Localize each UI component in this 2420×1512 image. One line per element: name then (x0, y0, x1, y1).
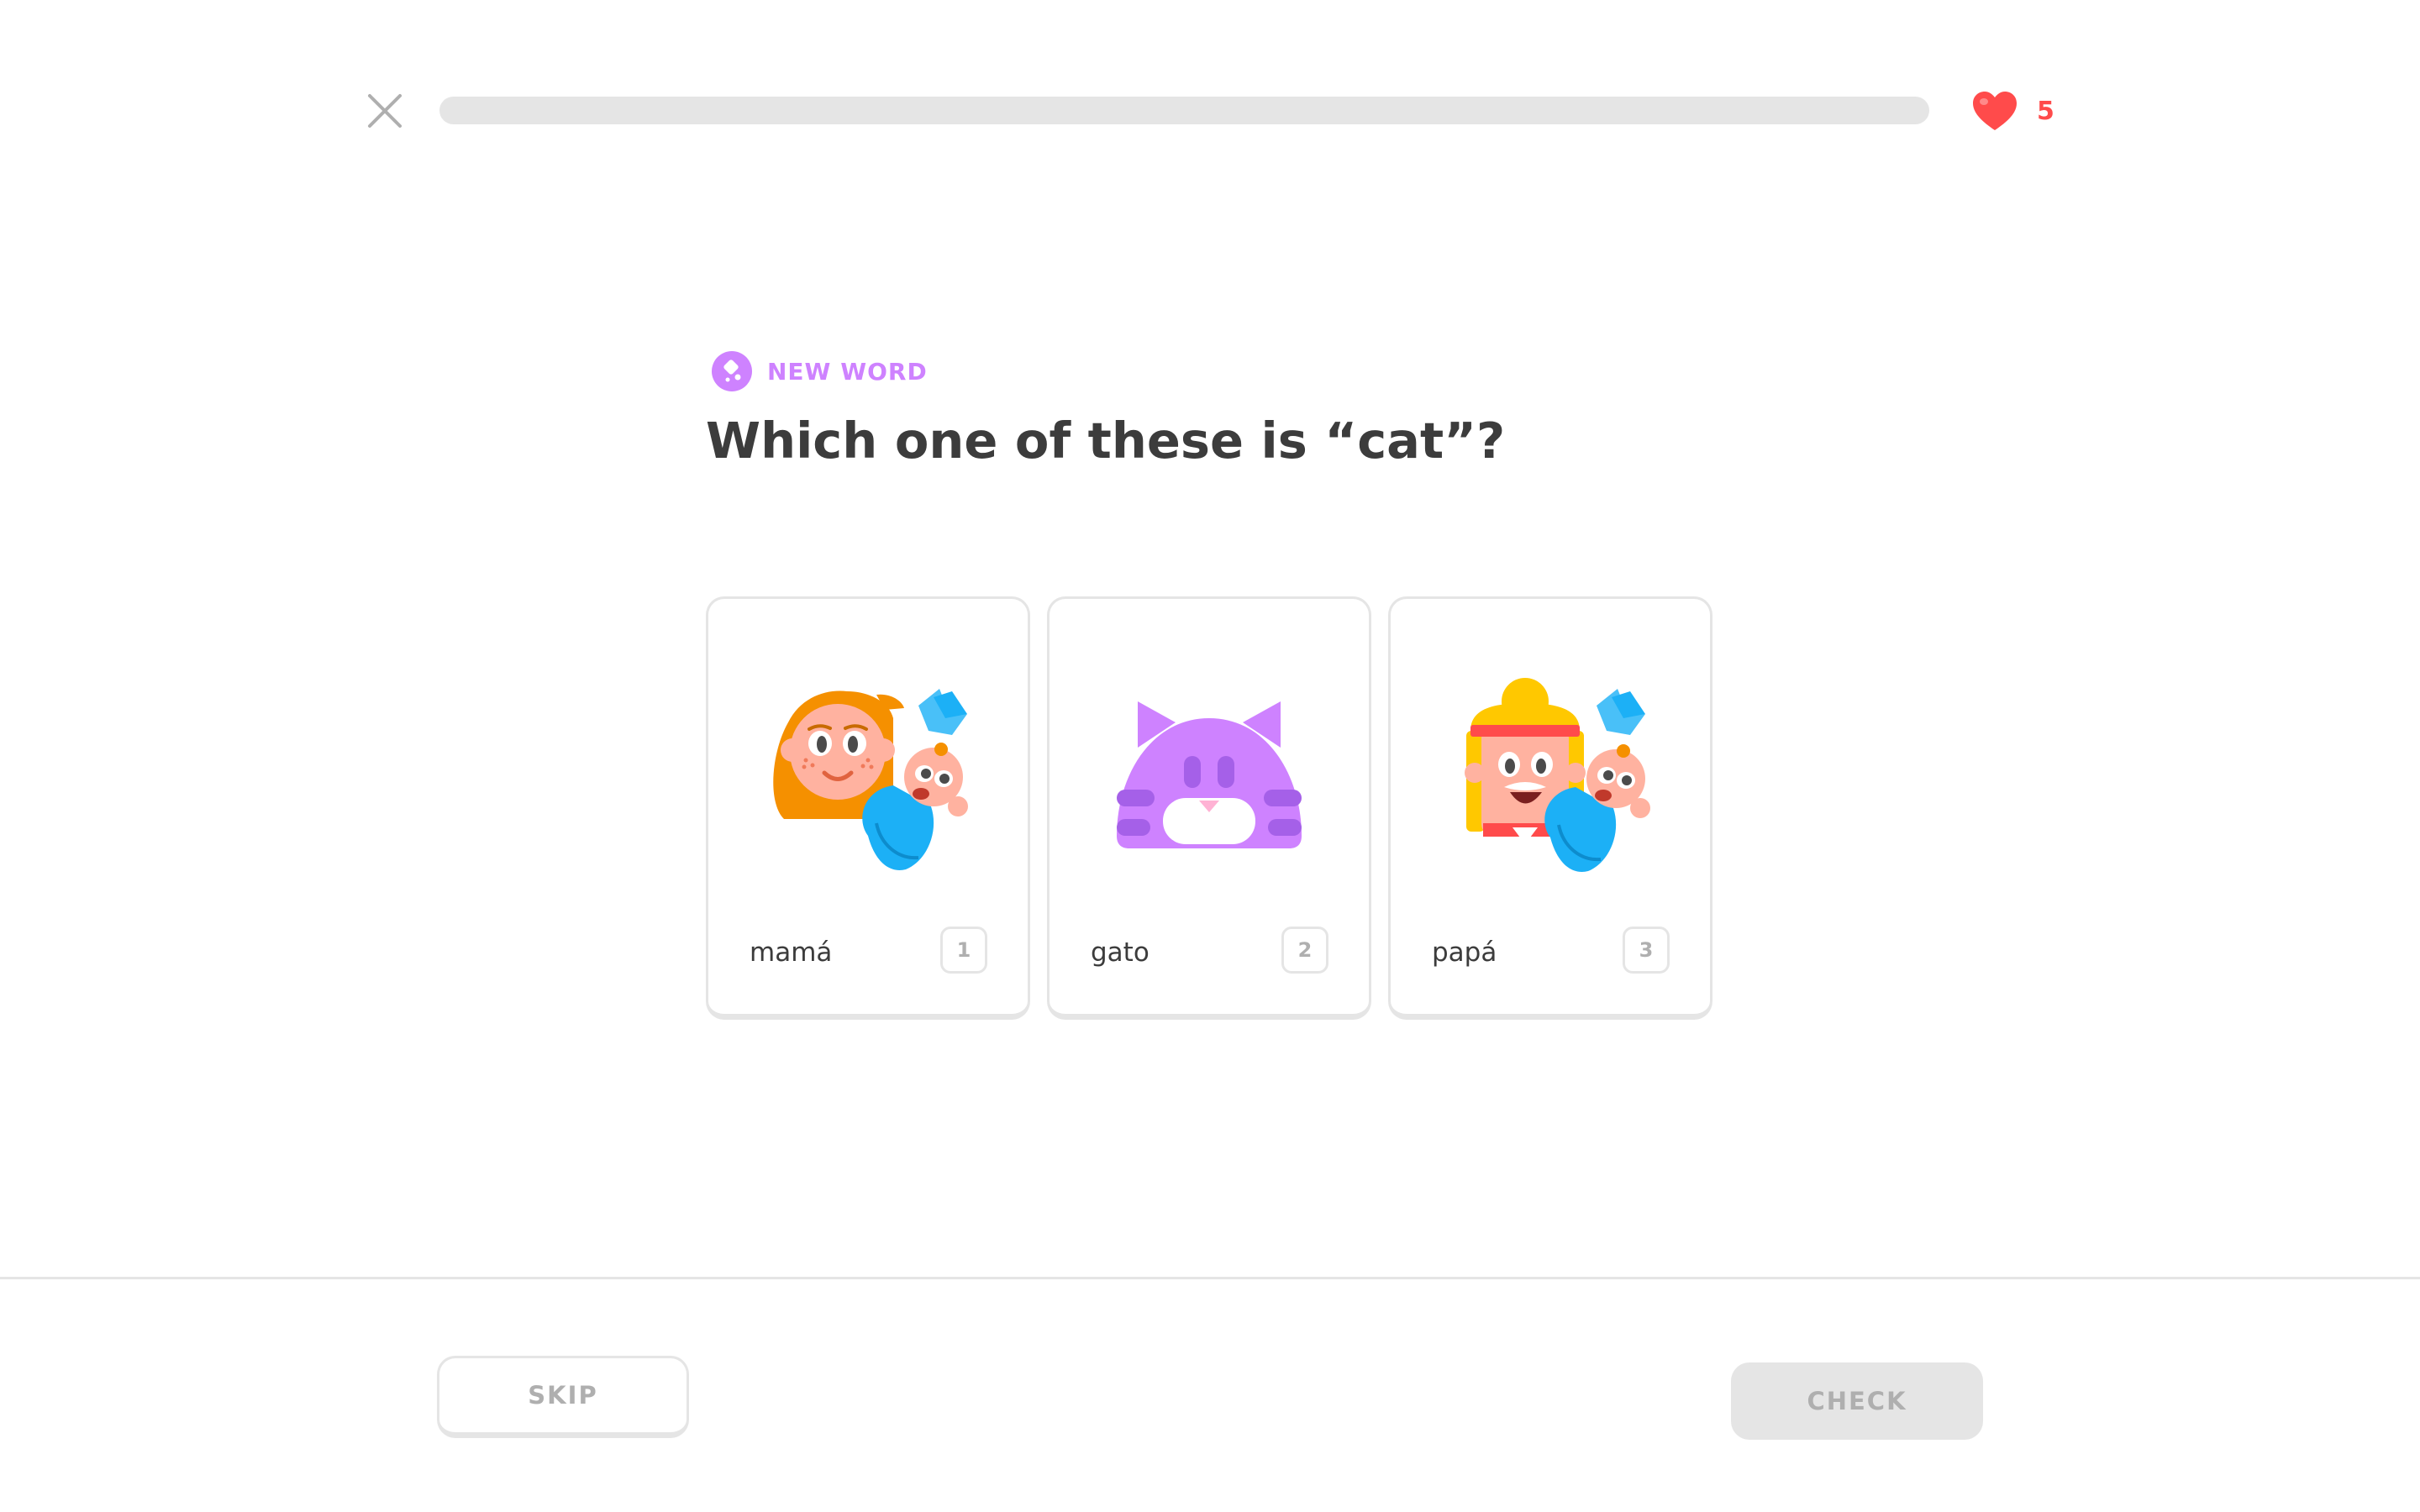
choice-shortcut-key: 3 (1623, 927, 1670, 974)
lesson-screen: 5 NEW WORD Which one of these is “cat”? (0, 0, 2420, 1512)
hearts-count: 5 (2037, 96, 2054, 126)
choice-word: mamá (750, 937, 833, 968)
challenge-tag: NEW WORD (711, 350, 928, 392)
choice-card-mama[interactable]: mamá 1 (706, 596, 1030, 1020)
close-icon (368, 94, 402, 128)
challenge-prompt: Which one of these is “cat”? (706, 412, 1506, 470)
choice-shortcut-key: 1 (940, 927, 987, 974)
choice-word: gato (1091, 937, 1150, 968)
father-with-baby-illustration (1465, 678, 1650, 872)
choice-word: papá (1432, 937, 1497, 968)
challenge-tag-label: NEW WORD (767, 357, 928, 386)
footer-divider (0, 1277, 2420, 1279)
close-button[interactable] (363, 89, 407, 133)
choice-shortcut-key: 2 (1281, 927, 1328, 974)
hearts-counter[interactable]: 5 (1971, 87, 2054, 134)
choice-card-gato[interactable]: gato 2 (1047, 596, 1371, 1020)
mother-with-baby-illustration (773, 689, 968, 870)
heart-icon (1973, 92, 2017, 130)
skip-button[interactable]: SKIP (437, 1356, 689, 1438)
cat-illustration (1117, 701, 1302, 848)
choice-card-papa[interactable]: papá 3 (1388, 596, 1712, 1020)
lesson-progress-bar (439, 97, 1929, 124)
check-button[interactable]: CHECK (1731, 1362, 1983, 1440)
new-word-icon (712, 351, 752, 391)
